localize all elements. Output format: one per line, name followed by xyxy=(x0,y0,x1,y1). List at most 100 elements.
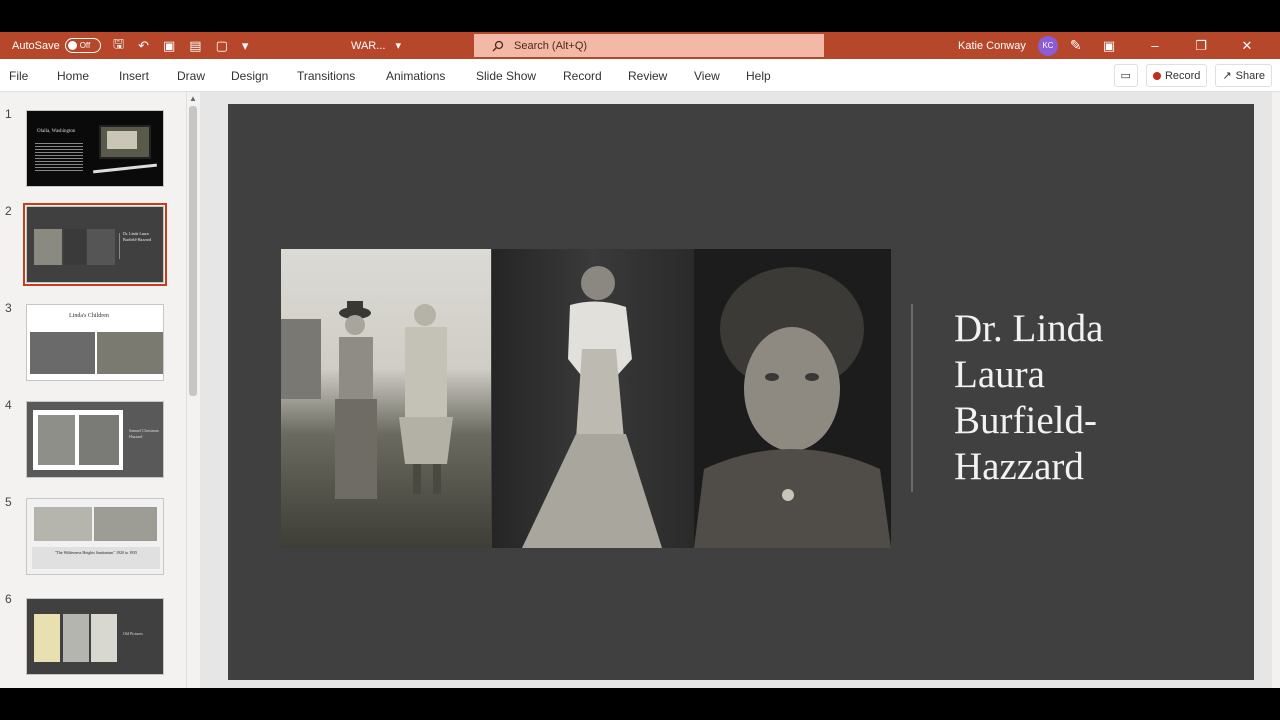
share-button[interactable]: ↗ Share xyxy=(1215,64,1272,87)
thumb-photo xyxy=(91,614,117,662)
tab-view[interactable]: View xyxy=(694,59,720,92)
slide-thumbnail-4[interactable]: Samuel Christman Hazzard xyxy=(26,401,164,478)
tab-slide-show[interactable]: Slide Show xyxy=(476,59,536,92)
thumb-title: Linda's Children xyxy=(69,313,109,319)
slide-title[interactable]: Dr. Linda Laura Burfield- Hazzard xyxy=(954,306,1224,490)
photo-portrait-drawing xyxy=(694,267,891,548)
thumb-title: Dr. Linda Laura Burfield-Hazzard xyxy=(123,231,151,242)
slide-canvas[interactable]: Dr. Linda Laura Burfield- Hazzard xyxy=(228,104,1254,680)
save-icon[interactable]: 🖫 xyxy=(113,35,124,57)
title-divider xyxy=(911,304,913,492)
thumb-title: Old Pictures xyxy=(123,631,143,636)
thumb-photo-house xyxy=(107,131,137,149)
user-name: Katie Conway xyxy=(958,39,1026,52)
letterbox-bottom xyxy=(0,688,1280,720)
search-box[interactable]: Search (Alt+Q) xyxy=(474,34,824,57)
slide-title-line: Hazzard xyxy=(954,445,1084,488)
record-button[interactable]: Record xyxy=(1145,64,1208,87)
thumb-photo xyxy=(38,415,75,465)
thumb-number: 2 xyxy=(5,204,12,218)
slide-title-line: Laura xyxy=(954,353,1045,396)
comments-button[interactable]: ▭ xyxy=(1113,64,1138,87)
thumb-number: 3 xyxy=(5,301,12,315)
photo-couple-in-field[interactable] xyxy=(281,249,491,548)
slide-thumbnail-2[interactable]: Dr. Linda Laura Burfield-Hazzard xyxy=(23,203,167,286)
tab-file[interactable]: File xyxy=(9,59,28,92)
slide-scrollbar[interactable] xyxy=(1272,92,1280,688)
undo-icon[interactable]: ↶ xyxy=(138,38,149,54)
tab-draw[interactable]: Draw xyxy=(177,59,205,92)
thumb-title: Samuel Christman Hazzard xyxy=(129,428,159,439)
thumb-number: 1 xyxy=(5,107,12,121)
thumb-photo xyxy=(34,507,92,541)
share-label: Share xyxy=(1235,69,1265,82)
account-area[interactable]: Katie Conway KC ✎ xyxy=(958,32,1082,59)
present-icon[interactable]: ▣ xyxy=(163,38,175,54)
thumb-photo xyxy=(64,229,86,265)
search-placeholder: Search (Alt+Q) xyxy=(514,39,588,52)
tab-record[interactable]: Record xyxy=(563,59,602,92)
ribbon-actions: ▭ Record ↗ Share xyxy=(1113,64,1272,87)
avatar[interactable]: KC xyxy=(1037,35,1058,56)
tab-transitions[interactable]: Transitions xyxy=(297,59,355,92)
open-icon[interactable]: ▢ xyxy=(216,38,228,54)
pen-icon[interactable]: ✎ xyxy=(1070,37,1082,54)
quick-access-toolbar: 🖫 ↶ ▣ ▤ ▢ ▾ xyxy=(113,32,248,59)
autosave-control[interactable]: AutoSave Off xyxy=(12,32,101,59)
thumb-title: "The Wilderness Heights Sanitarium" 1920… xyxy=(54,550,138,555)
thumb-number: 5 xyxy=(5,495,12,509)
thumb-photo xyxy=(63,614,89,662)
photo-couple-drawing xyxy=(281,301,453,499)
photo-woman-in-gown[interactable] xyxy=(492,249,694,548)
thumb-photo xyxy=(97,332,163,374)
minimize-icon[interactable]: – xyxy=(1132,38,1178,53)
thumb-title: Olalla, Washington xyxy=(37,129,76,134)
slide-thumbnail-1[interactable]: Olalla, Washington xyxy=(26,110,164,187)
close-icon[interactable]: ✕ xyxy=(1224,38,1270,54)
toggle-knob xyxy=(67,41,77,50)
tab-insert[interactable]: Insert xyxy=(119,59,149,92)
tab-animations[interactable]: Animations xyxy=(386,59,445,92)
thumb-photo xyxy=(30,332,95,374)
customize-toolbar-icon[interactable]: ▾ xyxy=(242,38,249,54)
tab-design[interactable]: Design xyxy=(231,59,268,92)
autosave-state: Off xyxy=(79,41,91,50)
document-name[interactable]: WAR... ▾ xyxy=(351,32,401,59)
scrollbar-thumb[interactable] xyxy=(189,106,197,396)
window-controls: ▣ – ❐ ✕ xyxy=(1086,32,1270,59)
thumbnail-scrollbar[interactable]: ▲ xyxy=(186,92,198,688)
photo-woman-drawing xyxy=(522,266,662,548)
record-label: Record xyxy=(1164,69,1201,82)
record-icon xyxy=(1152,71,1161,80)
tab-help[interactable]: Help xyxy=(746,59,771,92)
search-icon xyxy=(492,40,504,51)
slideshow-icon[interactable]: ▤ xyxy=(189,38,201,54)
slide-thumbnail-pane: 1 Olalla, Washington 2 Dr. Linda Laura B… xyxy=(0,92,200,688)
tab-home[interactable]: Home xyxy=(57,59,89,92)
slide-thumbnail-5[interactable]: "The Wilderness Heights Sanitarium" 1920… xyxy=(26,498,164,575)
thumb-photo xyxy=(94,507,157,541)
work-area: 1 Olalla, Washington 2 Dr. Linda Laura B… xyxy=(0,92,1280,688)
screen: AutoSave Off 🖫 ↶ ▣ ▤ ▢ ▾ WAR... ▾ Search… xyxy=(0,0,1280,720)
ribbon-display-icon[interactable]: ▣ xyxy=(1086,38,1132,54)
slide-title-line: Burfield- xyxy=(954,399,1097,442)
thumb-photo xyxy=(79,415,119,465)
document-name-text: WAR... xyxy=(351,39,386,52)
scroll-up-icon[interactable]: ▲ xyxy=(189,94,197,103)
autosave-toggle[interactable]: Off xyxy=(64,38,101,53)
thumb-photo xyxy=(34,229,62,265)
comment-icon: ▭ xyxy=(1120,70,1131,82)
restore-icon[interactable]: ❐ xyxy=(1178,38,1224,54)
tab-review[interactable]: Review xyxy=(628,59,667,92)
slide-thumbnail-6[interactable]: Old Pictures xyxy=(26,598,164,675)
photo-woman-portrait[interactable] xyxy=(694,249,891,548)
chevron-down-icon: ▾ xyxy=(395,40,401,52)
slide-title-line: Dr. Linda xyxy=(954,307,1104,350)
thumb-number: 6 xyxy=(5,592,12,606)
slide-thumbnail-3[interactable]: Linda's Children xyxy=(26,304,164,381)
autosave-label: AutoSave xyxy=(12,39,60,52)
thumb-photo xyxy=(87,229,115,265)
thumb-number: 4 xyxy=(5,398,12,412)
thumb-text-block xyxy=(35,143,83,173)
thumb-decoration xyxy=(93,163,157,174)
